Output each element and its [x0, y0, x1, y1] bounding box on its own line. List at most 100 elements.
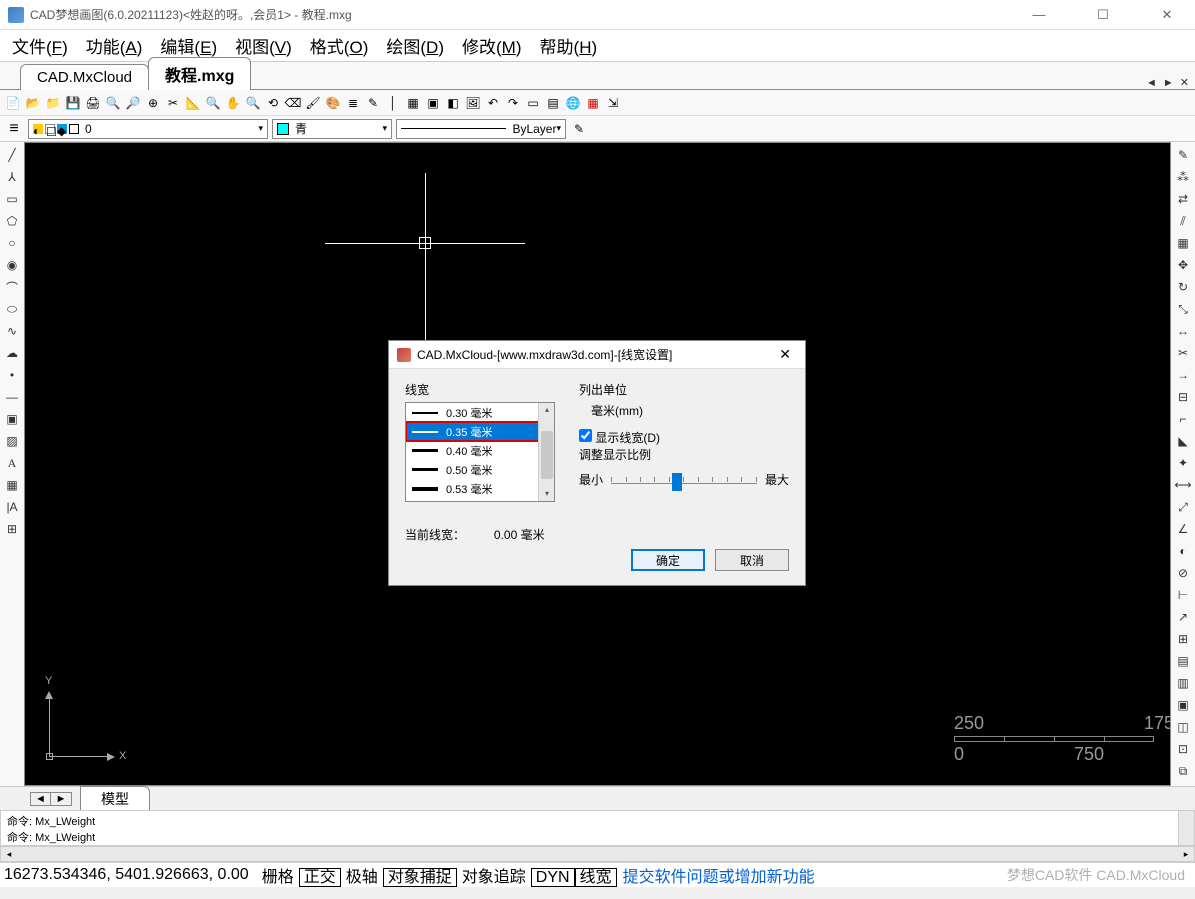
hscroll-left-icon[interactable]: ◂	[1, 847, 17, 861]
explode-icon[interactable]: ✦	[1174, 454, 1192, 472]
zoom-prev-icon[interactable]: ⟲	[264, 94, 282, 112]
linetype-combo[interactable]: ByLayer ▾	[396, 119, 566, 139]
zoom-window-icon[interactable]: 🔍	[204, 94, 222, 112]
tool-r6-icon[interactable]: ⧉	[1174, 762, 1192, 780]
menu-edit[interactable]: 编辑(E)	[160, 33, 217, 58]
open-icon[interactable]: 📂	[24, 94, 42, 112]
maximize-button[interactable]: ☐	[1083, 7, 1123, 23]
circle-icon[interactable]: ○	[3, 234, 21, 252]
point-icon[interactable]: •	[3, 366, 21, 384]
menu-help[interactable]: 帮助(H)	[540, 33, 598, 58]
eraser-icon[interactable]: ⌫	[284, 94, 302, 112]
cancel-button[interactable]: 取消	[715, 549, 789, 571]
dim-radius-icon[interactable]: ◐	[1174, 542, 1192, 560]
scroll-up-icon[interactable]: ▴	[539, 403, 555, 417]
tool-r1-icon[interactable]: ▤	[1174, 652, 1192, 670]
layout-next-icon[interactable]: ►	[51, 793, 71, 805]
extend-icon[interactable]: →	[1174, 366, 1192, 384]
break-icon[interactable]: ⊟	[1174, 388, 1192, 406]
lineweight-item[interactable]: 0.40 毫米	[406, 441, 554, 460]
new-icon[interactable]: 📄	[4, 94, 22, 112]
rect-icon[interactable]: ▭	[3, 190, 21, 208]
zoom-dyn-icon[interactable]: 🔍	[244, 94, 262, 112]
menu-function[interactable]: 功能(A)	[86, 33, 143, 58]
export-icon[interactable]: ⇲	[604, 94, 622, 112]
arc-icon[interactable]: ⌒	[3, 278, 21, 296]
zoom-icon[interactable]: 🔍	[104, 94, 122, 112]
menu-draw[interactable]: 绘图(D)	[386, 33, 444, 58]
lineweight-item[interactable]: 0.30 毫米	[406, 403, 554, 422]
layout-prev-icon[interactable]: ◄	[31, 793, 51, 805]
menu-view[interactable]: 视图(V)	[235, 33, 292, 58]
tool-c-icon[interactable]: ◧	[444, 94, 462, 112]
menu-modify[interactable]: 修改(M)	[462, 33, 522, 58]
erase-icon[interactable]: ✎	[1174, 146, 1192, 164]
hscroll-right-icon[interactable]: ▸	[1178, 847, 1194, 861]
leader-icon[interactable]: ↗	[1174, 608, 1192, 626]
tab-close-icon[interactable]: ✕	[1180, 76, 1189, 89]
cut-icon[interactable]: ✂	[164, 94, 182, 112]
revcloud-icon[interactable]: ☁	[3, 344, 21, 362]
show-lw-check[interactable]	[579, 429, 592, 442]
lineweight-item[interactable]: 0.35 毫米	[406, 422, 554, 441]
tool-r2-icon[interactable]: ▥	[1174, 674, 1192, 692]
offset-icon[interactable]: ⫽	[1174, 212, 1192, 230]
donut-icon[interactable]: ◉	[3, 256, 21, 274]
tab-cloud[interactable]: CAD.MxCloud	[20, 64, 149, 90]
stretch-icon[interactable]: ↔	[1174, 322, 1192, 340]
zoom-ext-icon[interactable]: ⊕	[144, 94, 162, 112]
tool-b-icon[interactable]: ▣	[424, 94, 442, 112]
globe-icon[interactable]: 🌐	[564, 94, 582, 112]
zoom-in-icon[interactable]: 🔎	[124, 94, 142, 112]
lineweight-item[interactable]: 0.53 毫米	[406, 479, 554, 498]
dim-angular-icon[interactable]: ∠	[1174, 520, 1192, 538]
status-toggle-2[interactable]: 极轴	[341, 868, 383, 887]
lineweight-list[interactable]: 0.30 毫米0.35 毫米0.40 毫米0.50 毫米0.53 毫米 ▴ ▾	[405, 402, 555, 502]
ok-button[interactable]: 确定	[631, 549, 705, 571]
dialog-close-button[interactable]: ✕	[773, 346, 797, 363]
dim-diameter-icon[interactable]: ⊘	[1174, 564, 1192, 582]
fillet-icon[interactable]: ⌐	[1174, 410, 1192, 428]
status-toggle-4[interactable]: 对象追踪	[457, 868, 531, 887]
dim-linear-icon[interactable]: ⟷	[1174, 476, 1192, 494]
print-icon[interactable]: 🖨	[84, 94, 102, 112]
scale-icon[interactable]: ⤡	[1174, 300, 1192, 318]
hatch-icon[interactable]: ▨	[3, 432, 21, 450]
tool-e-icon[interactable]: ▤	[544, 94, 562, 112]
tool-r3-icon[interactable]: ▣	[1174, 696, 1192, 714]
redo-icon[interactable]: ↷	[504, 94, 522, 112]
brush-icon[interactable]: 🖌	[304, 94, 322, 112]
tool-a-icon[interactable]: ▦	[404, 94, 422, 112]
tool-d-icon[interactable]: 🖼	[464, 94, 482, 112]
copy-icon[interactable]: ⁂	[1174, 168, 1192, 186]
list-scrollbar[interactable]: ▴ ▾	[538, 403, 554, 501]
mirror-icon[interactable]: ⇄	[1174, 190, 1192, 208]
tab-next-icon[interactable]: ►	[1163, 77, 1174, 89]
pan-icon[interactable]: ✋	[224, 94, 242, 112]
show-lineweight-checkbox[interactable]: 显示线宽(D)	[579, 431, 660, 445]
dialog-titlebar[interactable]: CAD.MxCloud-[www.mxdraw3d.com]-[线宽设置] ✕	[389, 341, 805, 369]
tool-r4-icon[interactable]: ◫	[1174, 718, 1192, 736]
field-icon[interactable]: ⊞	[3, 520, 21, 538]
trim-icon[interactable]: ✂	[1174, 344, 1192, 362]
lineweight-icon[interactable]: ✎	[570, 120, 588, 138]
mtext-icon[interactable]: |A	[3, 498, 21, 516]
text-icon[interactable]: A	[3, 454, 21, 472]
tab-tutorial[interactable]: 教程.mxg	[148, 57, 251, 90]
tool-r5-icon[interactable]: ⊡	[1174, 740, 1192, 758]
tolerance-icon[interactable]: ⊞	[1174, 630, 1192, 648]
close-button[interactable]: ✕	[1147, 7, 1187, 23]
dim-ord-icon[interactable]: ⊢	[1174, 586, 1192, 604]
scroll-thumb[interactable]	[541, 431, 553, 479]
move-icon[interactable]: ✥	[1174, 256, 1192, 274]
array-icon[interactable]: ▦	[1174, 234, 1192, 252]
open2-icon[interactable]: 📁	[44, 94, 62, 112]
layers-icon[interactable]: ≣	[344, 94, 362, 112]
lineweight-item[interactable]: 0.50 毫米	[406, 460, 554, 479]
block-icon[interactable]: ▣	[3, 410, 21, 428]
rotate-icon[interactable]: ↻	[1174, 278, 1192, 296]
spline-icon[interactable]: ∿	[3, 322, 21, 340]
tab-prev-icon[interactable]: ◄	[1146, 77, 1157, 89]
measure-icon[interactable]: 📐	[184, 94, 202, 112]
slider-thumb[interactable]	[672, 473, 682, 491]
